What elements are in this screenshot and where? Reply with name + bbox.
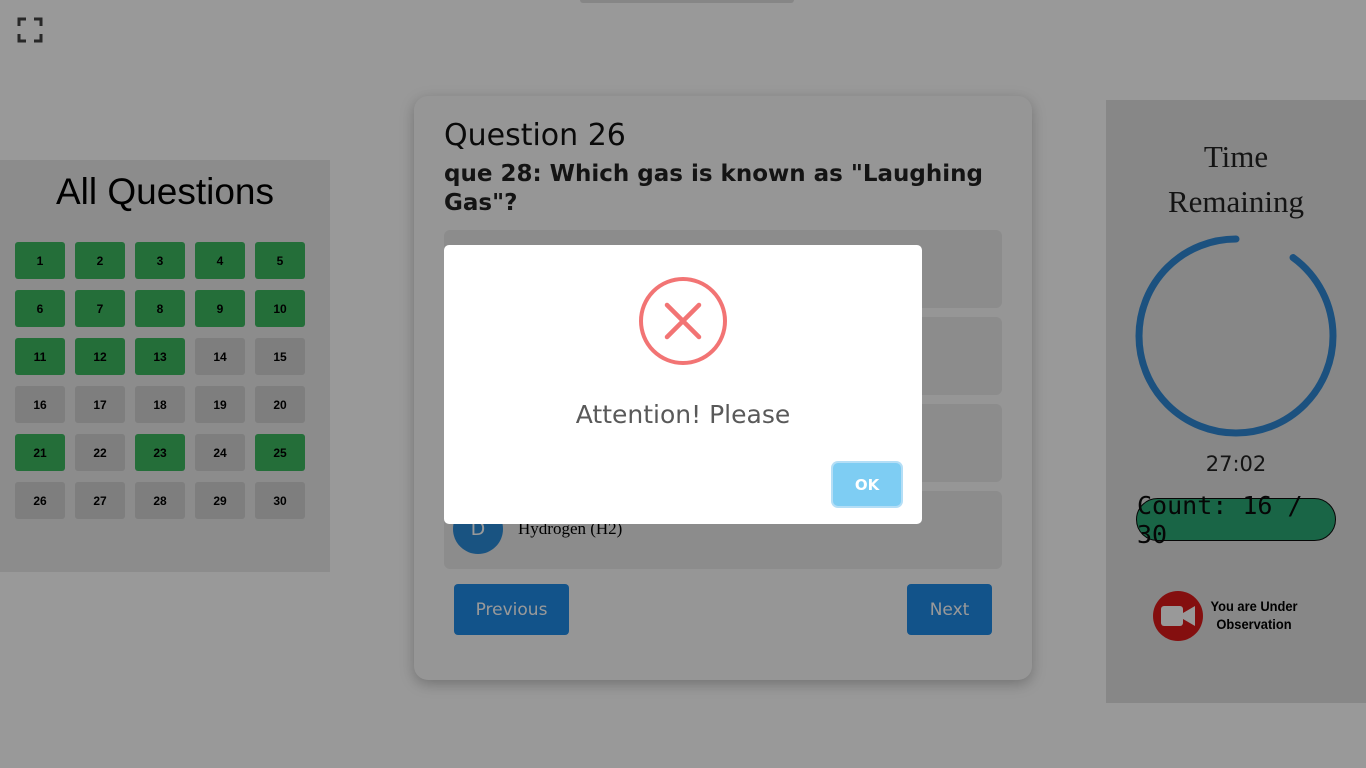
modal-title: Attention! Please xyxy=(575,400,791,429)
ok-button[interactable]: OK xyxy=(833,463,901,506)
error-x-icon xyxy=(639,277,727,365)
alert-modal: Attention! Please OK xyxy=(444,245,922,524)
